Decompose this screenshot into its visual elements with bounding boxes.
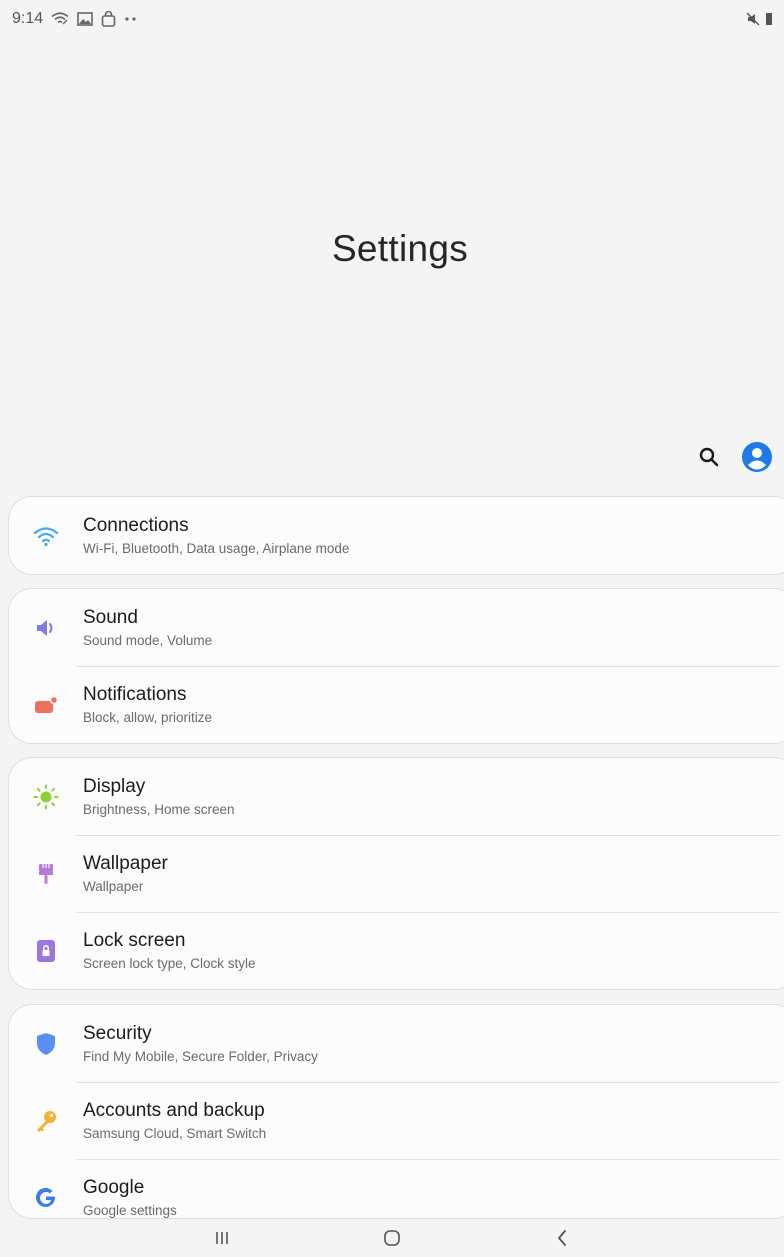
settings-item-title: Lock screen	[83, 930, 186, 951]
settings-item-title: Notifications	[83, 684, 187, 705]
key-icon	[9, 1109, 83, 1133]
settings-item-title: Connections	[83, 515, 189, 536]
gallery-icon	[77, 12, 93, 26]
search-button[interactable]	[692, 440, 726, 474]
header-actions	[692, 440, 774, 474]
recents-button[interactable]	[202, 1221, 242, 1255]
wifi-icon	[9, 525, 83, 547]
settings-item-text: Security Find My Mobile, Secure Folder, …	[83, 1023, 318, 1064]
more-dots-icon	[124, 16, 138, 22]
settings-group-display: Display Brightness, Home screen Wallpape…	[8, 757, 784, 990]
settings-item-text: Lock screen Screen lock type, Clock styl…	[83, 930, 256, 971]
paintbrush-icon	[9, 862, 83, 886]
status-left: 9:14	[12, 10, 138, 28]
settings-item-subtitle: Samsung Cloud, Smart Switch	[83, 1126, 267, 1141]
sun-icon	[9, 784, 83, 810]
settings-item-connections[interactable]: Connections Wi-Fi, Bluetooth, Data usage…	[9, 497, 784, 574]
back-icon	[558, 1230, 566, 1246]
settings-group-sound: Sound Sound mode, Volume Notifications B…	[8, 588, 784, 744]
lock-icon	[9, 939, 83, 963]
settings-item-title: Accounts and backup	[83, 1100, 265, 1121]
status-right	[746, 12, 772, 26]
settings-screen: 9:14 Settings Connections Wi-Fi, Bluetoo…	[0, 0, 784, 1257]
settings-item-accounts-and-backup[interactable]: Accounts and backup Samsung Cloud, Smart…	[9, 1082, 784, 1159]
settings-item-title: Display	[83, 776, 146, 797]
bag-icon	[101, 11, 116, 27]
settings-item-lock-screen[interactable]: Lock screen Screen lock type, Clock styl…	[9, 912, 784, 989]
wifi-icon	[51, 12, 69, 26]
settings-item-subtitle: Google settings	[83, 1203, 177, 1218]
home-icon	[384, 1230, 400, 1246]
back-button[interactable]	[542, 1221, 582, 1255]
settings-group-security: Security Find My Mobile, Secure Folder, …	[8, 1004, 784, 1219]
settings-item-subtitle: Find My Mobile, Secure Folder, Privacy	[83, 1049, 318, 1064]
status-time: 9:14	[12, 10, 44, 27]
mute-icon	[746, 12, 760, 26]
settings-item-text: Connections Wi-Fi, Bluetooth, Data usage…	[83, 515, 349, 556]
settings-item-subtitle: Wi-Fi, Bluetooth, Data usage, Airplane m…	[83, 541, 350, 556]
settings-item-display[interactable]: Display Brightness, Home screen	[9, 758, 784, 835]
settings-item-sound[interactable]: Sound Sound mode, Volume	[9, 589, 784, 666]
settings-item-title: Wallpaper	[83, 853, 168, 874]
settings-item-google[interactable]: Google Google settings	[9, 1159, 784, 1218]
settings-item-text: Accounts and backup Samsung Cloud, Smart…	[83, 1100, 266, 1141]
settings-item-subtitle: Brightness, Home screen	[83, 802, 235, 817]
settings-item-title: Security	[83, 1023, 152, 1044]
settings-item-security[interactable]: Security Find My Mobile, Secure Folder, …	[9, 1005, 784, 1082]
speaker-icon	[9, 618, 83, 638]
settings-item-text: Display Brightness, Home screen	[83, 776, 235, 817]
search-icon	[699, 447, 719, 467]
settings-item-wallpaper[interactable]: Wallpaper Wallpaper	[9, 835, 784, 912]
google-icon	[9, 1186, 83, 1210]
settings-group-connections: Connections Wi-Fi, Bluetooth, Data usage…	[8, 496, 784, 575]
settings-item-text: Notifications Block, allow, prioritize	[83, 684, 212, 725]
settings-item-text: Sound Sound mode, Volume	[83, 607, 212, 648]
shield-icon	[9, 1032, 83, 1056]
settings-item-text: Google Google settings	[83, 1177, 177, 1218]
battery-icon	[766, 12, 772, 26]
settings-item-text: Wallpaper Wallpaper	[83, 853, 168, 894]
settings-item-subtitle: Block, allow, prioritize	[83, 710, 213, 725]
account-icon	[742, 442, 772, 472]
settings-item-title: Sound	[83, 607, 138, 628]
settings-item-subtitle: Wallpaper	[83, 879, 144, 894]
settings-item-subtitle: Sound mode, Volume	[83, 633, 213, 648]
notification-icon	[9, 695, 83, 715]
page-title: Settings	[331, 228, 469, 269]
account-button[interactable]	[740, 440, 774, 474]
settings-item-notifications[interactable]: Notifications Block, allow, prioritize	[9, 666, 784, 743]
recents-icon	[216, 1232, 228, 1244]
home-button[interactable]	[372, 1221, 412, 1255]
navigation-bar	[0, 1219, 784, 1257]
status-bar: 9:14	[0, 0, 784, 38]
settings-item-title: Google	[83, 1177, 145, 1198]
settings-item-subtitle: Screen lock type, Clock style	[83, 956, 256, 971]
